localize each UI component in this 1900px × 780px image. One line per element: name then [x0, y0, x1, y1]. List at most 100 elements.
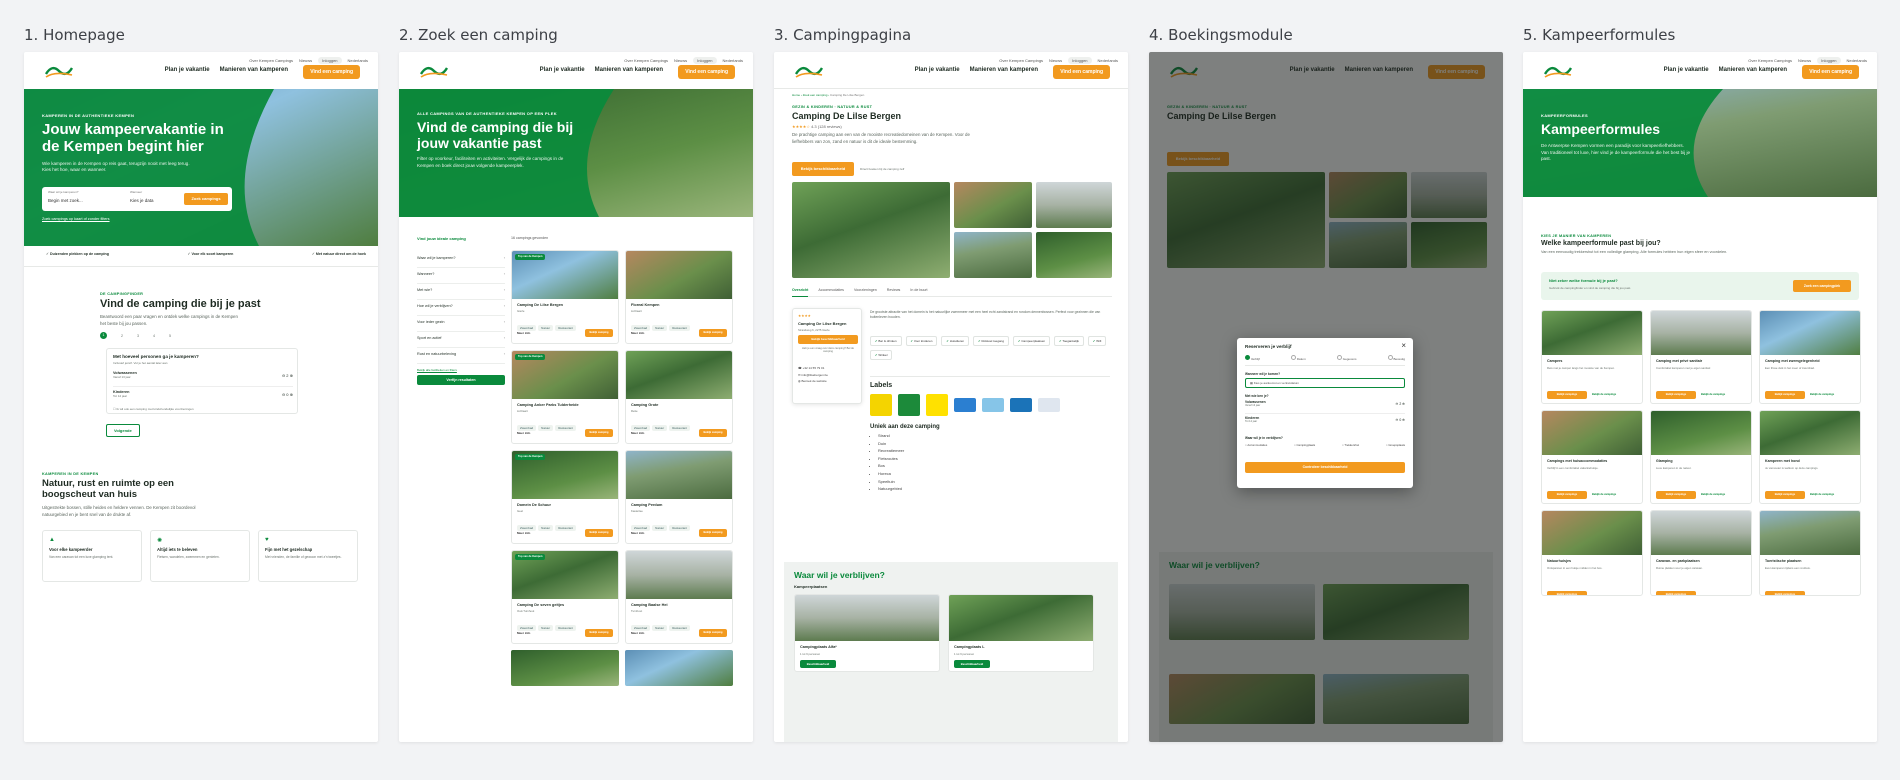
filter-item[interactable]: Voor ieder gezin › [417, 316, 505, 332]
more-info-link[interactable]: Meer info [517, 631, 530, 635]
util-link[interactable]: Over Kempen Campings [249, 58, 293, 63]
logo-icon[interactable] [1543, 62, 1573, 80]
search-map-link[interactable]: Zoek campings op kaart of zonder filters [42, 217, 110, 221]
filter-item[interactable]: Hoe wil je verblijven? › [417, 300, 505, 316]
tab-3[interactable]: Reviews [887, 288, 901, 292]
more-info-link[interactable]: Meer info [517, 431, 530, 435]
close-icon[interactable]: × [1401, 341, 1406, 350]
booking-children-value[interactable]: 0 [1399, 418, 1401, 422]
formule-secondary-link[interactable]: Bekijk de campings [1810, 393, 1834, 396]
booking-step[interactable]: Verblijf [1245, 355, 1260, 361]
filter-link[interactable]: Bekijk alle faciliteiten en filters [417, 368, 457, 372]
util-link[interactable]: Nieuws [299, 58, 312, 63]
gallery-photo[interactable] [1036, 232, 1112, 278]
camp-book-button[interactable]: Bekijk beschikbaarheid [792, 162, 854, 176]
formule-primary-button[interactable]: Bekijk campings [1765, 491, 1805, 499]
more-info-link[interactable]: Meer info [517, 331, 530, 335]
formule-secondary-link[interactable]: Bekijk de campings [1592, 393, 1616, 396]
book-button[interactable]: Bekijk camping [699, 629, 727, 637]
more-info-link[interactable]: Meer info [631, 331, 644, 335]
nav-kamperen[interactable]: Manieren van kamperen [220, 67, 288, 73]
booking-step[interactable]: Bevestig [1387, 355, 1405, 361]
logo-icon[interactable] [794, 62, 824, 80]
nav-plan[interactable]: Plan je vakantie [165, 67, 210, 73]
formule-primary-button[interactable]: Bekijk campings [1656, 591, 1696, 595]
search-when-input[interactable]: Kies je data [130, 198, 154, 203]
booking-step[interactable]: Datum [1291, 355, 1306, 361]
formule-primary-button[interactable]: Bekijk campings [1547, 591, 1587, 595]
formule-primary-button[interactable]: Bekijk campings [1547, 391, 1587, 399]
book-button[interactable]: Bekijk camping [699, 529, 727, 537]
stay-card[interactable]: Campingplaats L 1 tot 6 personen Beschik… [948, 594, 1094, 672]
book-button[interactable]: Bekijk camping [585, 429, 613, 437]
logo-icon[interactable] [44, 62, 74, 80]
booking-step[interactable]: Gegevens [1336, 355, 1356, 361]
search-button[interactable]: Zoek campings [184, 193, 228, 205]
book-button[interactable]: Bekijk camping [699, 329, 727, 337]
booking-type-option[interactable]: ○ Groepsplaats [1386, 443, 1405, 447]
formule-card[interactable]: Campers Reis met je camper langs het mooi… [1541, 310, 1643, 404]
formule-card[interactable]: Camping met privé sanitair Comfortabel ka… [1650, 310, 1752, 404]
camp-card[interactable]: Top van de Kempen Camping De Lilse Bergen… [511, 250, 619, 344]
more-info-link[interactable]: Meer info [631, 531, 644, 535]
formule-secondary-link[interactable]: Bekijk de campings [1701, 393, 1725, 396]
camp-photo[interactable] [511, 650, 619, 686]
formule-card[interactable]: Camping met zwemgelegenheid Een frisse du… [1759, 310, 1861, 404]
tab-0[interactable]: Overzicht [792, 288, 809, 297]
camp-card[interactable]: Top van de Kempen Camping De seven geitje… [511, 550, 619, 644]
formule-card[interactable]: Caravan- en parkplaatsen Ruime plekken vo… [1650, 510, 1752, 596]
filter-item[interactable]: Rust en natuurbeleving › [417, 348, 505, 364]
book-button[interactable]: Bekijk camping [585, 629, 613, 637]
children-value[interactable]: 0 [286, 392, 288, 397]
filter-item[interactable]: Wanneer? › [417, 268, 505, 284]
gallery-photo[interactable] [1036, 182, 1112, 228]
camp-card[interactable]: Top van de Kempen Camping Anker Parks Tul… [511, 350, 619, 444]
book-button[interactable]: Bekijk camping [699, 429, 727, 437]
filter-item[interactable]: Waar wil je kamperen? › [417, 252, 505, 268]
search-where-input[interactable]: Begin met zoek... [48, 198, 83, 203]
kids-checkbox-label[interactable]: Ik wil ook een camping met kindvriendeli… [117, 407, 194, 411]
stay-card[interactable]: Campingplaats Alfa* 1 tot 6 personen Bes… [794, 594, 940, 672]
camp-card[interactable]: Floreal Kempen Lichtaart Zwembad Natuur Rest… [625, 250, 733, 344]
camp-card[interactable]: Camping Grote Retie Zwembad Natuur Restauran… [625, 350, 733, 444]
booking-type-option[interactable]: ○ Accommodaties [1245, 443, 1267, 447]
formule-card[interactable]: Toeristische plaatsen Even kamperen tijde… [1759, 510, 1861, 596]
banner-button[interactable]: Zoek een campingplek [1793, 280, 1851, 292]
formule-card[interactable]: Natuurhuisjes Ontspannen in een huisje mi… [1541, 510, 1643, 596]
book-button[interactable]: Bekijk camping [585, 529, 613, 537]
formule-card[interactable]: Glamping Luxe kamperen in de natuur. Bekij… [1650, 410, 1752, 504]
tab-1[interactable]: Accommodaties [818, 288, 844, 292]
booking-type-option[interactable]: ○ Trekkershut [1342, 443, 1359, 447]
booking-adults-value[interactable]: 2 [1399, 402, 1401, 406]
formule-card[interactable]: Kamperen met hond Je viervoeter is welkom… [1759, 410, 1861, 504]
filter-button[interactable]: Verfijn resultaten [417, 375, 505, 385]
booking-type-option[interactable]: ○ Campingplaats [1294, 443, 1315, 447]
booking-date-input[interactable]: ▦ Kies je aankomst en vertrekdatum [1245, 378, 1405, 388]
more-info-link[interactable]: Meer info [517, 531, 530, 535]
logo-icon[interactable] [419, 62, 449, 80]
formule-primary-button[interactable]: Bekijk campings [1765, 591, 1805, 595]
card-book-button[interactable]: Bekijk beschikbaarheid [798, 335, 858, 344]
tab-2[interactable]: Voorzieningen [854, 288, 877, 292]
book-button[interactable]: Bekijk camping [585, 329, 613, 337]
formule-primary-button[interactable]: Bekijk campings [1765, 391, 1805, 399]
more-info-link[interactable]: Meer info [631, 431, 644, 435]
gallery-photo[interactable] [954, 232, 1032, 278]
formule-secondary-link[interactable]: Bekijk de campings [1701, 493, 1725, 496]
gallery-main-photo[interactable] [792, 182, 950, 278]
camp-card[interactable]: Top van de Kempen Domein De Schuur Geel Zwe… [511, 450, 619, 544]
formule-primary-button[interactable]: Bekijk campings [1656, 391, 1696, 399]
filter-item[interactable]: Sport en actief › [417, 332, 505, 348]
filter-item[interactable]: Met wie? › [417, 284, 505, 300]
formule-card[interactable]: Campings met huisaccommodaties Verblijf i… [1541, 410, 1643, 504]
tab-4[interactable]: In de buurt [910, 288, 927, 292]
finder-next-button[interactable]: Volgende [106, 424, 140, 437]
booking-submit-button[interactable]: Controleer beschikbaarheid [1245, 462, 1405, 473]
login-button[interactable]: Inloggen [318, 57, 342, 64]
nav-cta-button[interactable]: Vind een camping [303, 65, 360, 79]
formule-secondary-link[interactable]: Bekijk de campings [1810, 493, 1834, 496]
language-select[interactable]: Nederlands [348, 58, 368, 63]
formule-primary-button[interactable]: Bekijk campings [1547, 491, 1587, 499]
camp-photo[interactable] [625, 650, 733, 686]
adults-value[interactable]: 2 [286, 373, 288, 378]
